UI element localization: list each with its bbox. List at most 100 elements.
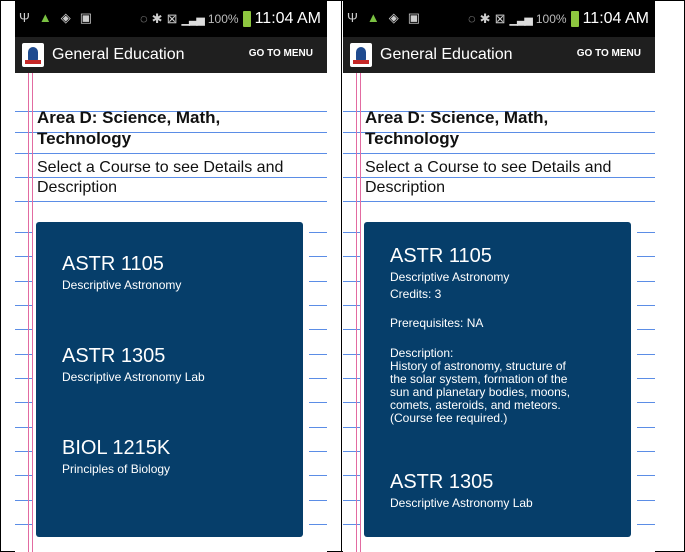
ruled-line — [343, 281, 361, 282]
ruled-line — [15, 256, 33, 257]
course-item-astr-1105[interactable]: ASTR 1105 Descriptive Astronomy — [62, 252, 181, 293]
ruled-line — [15, 427, 33, 428]
ruled-line — [343, 402, 361, 403]
ruled-line — [637, 256, 655, 257]
page-subtitle-line: Select a Course to see Details and — [37, 159, 284, 176]
phone-screen-right: Ψ ▲ ◈ ▣ ◌ ✱ ⊠ ▁▃▅ 100% 11:04 AM General … — [343, 1, 655, 552]
ruled-line — [343, 201, 655, 202]
course-code: ASTR 1105 — [62, 253, 164, 275]
ruled-line — [15, 402, 33, 403]
nfc-icon: ◌ — [467, 11, 476, 26]
course-item-astr-1105-expanded[interactable]: ASTR 1105 Descriptive Astronomy Credits:… — [390, 244, 570, 425]
mute-icon: ⊠ — [166, 11, 178, 26]
ruled-line — [15, 524, 33, 525]
margin-line — [28, 73, 29, 552]
status-time: 11:04 AM — [582, 10, 649, 27]
ruled-line — [309, 475, 327, 476]
screens-divider — [341, 0, 342, 552]
ruled-line — [637, 451, 655, 452]
page-subtitle: Select a Course to see Details and Descr… — [365, 158, 645, 198]
page-title-line: Area D: Science, Math, — [37, 108, 221, 127]
ruled-line — [343, 500, 361, 501]
course-item-biol-1215k[interactable]: BIOL 1215K Principles of Biology — [62, 436, 170, 477]
ruled-line — [637, 524, 655, 525]
course-item-astr-1305[interactable]: ASTR 1305 Descriptive Astronomy Lab — [390, 470, 533, 511]
go-to-menu-button[interactable]: GO TO MENU — [249, 48, 313, 59]
android-icon: ▲ — [366, 10, 380, 25]
course-credits: Credits: 3 — [390, 287, 442, 301]
ruled-line — [343, 329, 361, 330]
page-title-line: Technology — [365, 129, 460, 148]
page-subtitle: Select a Course to see Details and Descr… — [37, 158, 317, 198]
margin-line — [32, 73, 33, 552]
ruled-line — [309, 500, 327, 501]
ruled-line — [343, 524, 361, 525]
ruled-line — [637, 305, 655, 306]
course-description-line: (Course fee required.) — [390, 411, 508, 425]
course-code: BIOL 1215K — [62, 437, 171, 459]
course-name: Descriptive Astronomy — [390, 270, 510, 284]
course-item-astr-1305[interactable]: ASTR 1305 Descriptive Astronomy Lab — [62, 344, 205, 385]
wifi-icon: ◈ — [60, 10, 71, 25]
page-title: Area D: Science, Math, Technology — [365, 107, 645, 149]
status-bar: Ψ ▲ ◈ ▣ ◌ ✱ ⊠ ▁▃▅ 100% 11:04 AM — [15, 1, 327, 37]
ruled-line — [343, 256, 361, 257]
app-logo-icon — [350, 43, 372, 67]
ruled-line — [15, 329, 33, 330]
page-title-line: Technology — [37, 129, 132, 148]
ruled-line — [343, 451, 361, 452]
signal-icon: ▁▃▅ — [181, 13, 204, 26]
course-list[interactable]: ASTR 1105 Descriptive Astronomy Credits:… — [364, 222, 631, 537]
ruled-line — [309, 354, 327, 355]
ruled-line — [309, 329, 327, 330]
battery-icon — [242, 11, 251, 27]
course-name: Descriptive Astronomy Lab — [62, 370, 205, 384]
ruled-line — [309, 378, 327, 379]
course-code: ASTR 1305 — [390, 471, 494, 493]
ruled-line — [309, 427, 327, 428]
ruled-line — [309, 451, 327, 452]
course-name: Descriptive Astronomy Lab — [390, 496, 533, 510]
ruled-line — [637, 329, 655, 330]
app-title: General Education — [52, 46, 185, 63]
ruled-line — [15, 153, 327, 154]
page-subtitle-line: Description — [37, 179, 118, 196]
course-description: History of astronomy, structure of the s… — [390, 360, 570, 425]
page-title: Area D: Science, Math, Technology — [37, 107, 317, 149]
nfc-icon: ◌ — [139, 11, 148, 26]
ruled-line — [309, 305, 327, 306]
ruled-line — [343, 354, 361, 355]
page-title-line: Area D: Science, Math, — [365, 108, 549, 127]
image-icon: ▣ — [79, 10, 93, 25]
course-name: Descriptive Astronomy — [62, 278, 182, 292]
app-logo-icon — [22, 43, 44, 67]
usb-icon: Ψ — [19, 10, 30, 25]
ruled-line — [343, 475, 361, 476]
status-notifications: Ψ ▲ ◈ ▣ — [19, 9, 92, 27]
ruled-line — [15, 305, 33, 306]
ruled-line — [637, 475, 655, 476]
app-bar: General Education GO TO MENU — [343, 37, 655, 73]
go-to-menu-button[interactable]: GO TO MENU — [577, 48, 641, 59]
battery-icon — [570, 11, 579, 27]
app-title: General Education — [380, 46, 513, 63]
ruled-line — [309, 524, 327, 525]
phone-screen-left: Ψ ▲ ◈ ▣ ◌ ✱ ⊠ ▁▃▅ 100% 11:04 AM General … — [15, 1, 327, 552]
signal-icon: ▁▃▅ — [509, 13, 532, 26]
ruled-line — [637, 402, 655, 403]
course-list[interactable]: ASTR 1105 Descriptive Astronomy ASTR 130… — [36, 222, 303, 537]
ruled-line — [309, 256, 327, 257]
app-bar: General Education GO TO MENU — [15, 37, 327, 73]
status-time: 11:04 AM — [254, 10, 321, 27]
page-subtitle-line: Select a Course to see Details and — [365, 159, 612, 176]
ruled-line — [309, 402, 327, 403]
ruled-line — [15, 281, 33, 282]
notebook-paper: Area D: Science, Math, Technology Select… — [343, 73, 655, 552]
notebook-paper: Area D: Science, Math, Technology Select… — [15, 73, 327, 552]
bluetooth-icon: ✱ — [479, 11, 491, 26]
ruled-line — [637, 354, 655, 355]
status-bar: Ψ ▲ ◈ ▣ ◌ ✱ ⊠ ▁▃▅ 100% 11:04 AM — [343, 1, 655, 37]
ruled-line — [637, 281, 655, 282]
ruled-line — [15, 354, 33, 355]
status-system: ◌ ✱ ⊠ ▁▃▅ 100% 11:04 AM — [468, 10, 649, 28]
